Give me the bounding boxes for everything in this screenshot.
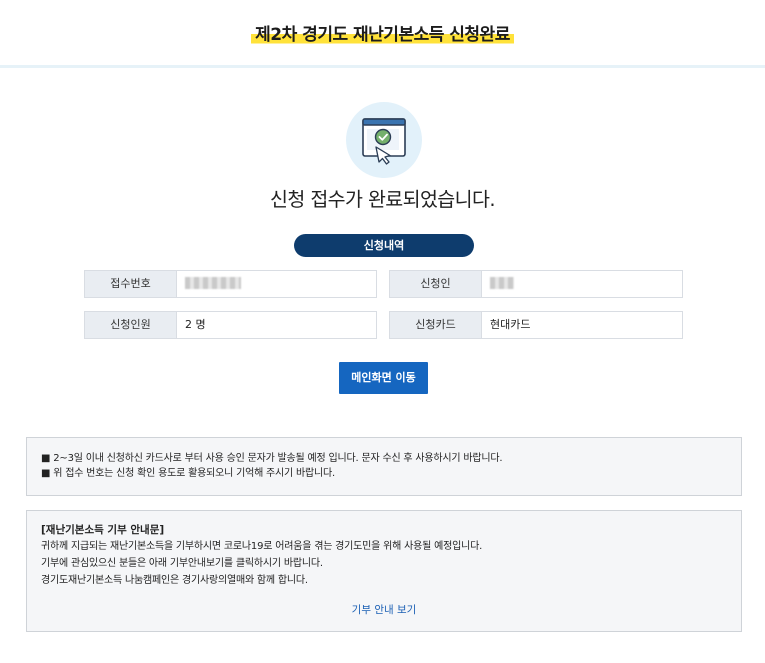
member-count-value: 2 명 xyxy=(177,312,376,338)
applicant-label: 신청인 xyxy=(390,271,482,297)
card-value: 현대카드 xyxy=(482,312,682,338)
applicant-row: 신청인 xyxy=(389,270,683,298)
section-title-pill: 신청내역 xyxy=(294,234,474,257)
member-count-label: 신청인원 xyxy=(85,312,177,338)
completion-message: 신청 접수가 완료되었습니다. xyxy=(270,188,495,211)
applicant-value xyxy=(482,271,682,297)
donation-line: 귀하께 지급되는 재난기본소득을 기부하시면 코로나19로 어려움을 겪는 경기… xyxy=(41,541,483,552)
page-header: 제2차 경기도 재난기본소득 신청완료 xyxy=(0,0,765,68)
browser-check-icon xyxy=(346,102,422,178)
card-row: 신청카드 현대카드 xyxy=(389,311,683,339)
receipt-number-value xyxy=(177,271,376,297)
card-label: 신청카드 xyxy=(390,312,482,338)
receipt-number-label: 접수번호 xyxy=(85,271,177,297)
donation-line: 경기도재난기본소득 나눔캠페인은 경기사랑의열매와 함께 합니다. xyxy=(41,575,308,586)
notice-line: ■ 2~3일 이내 신청하신 카드사로 부터 사용 승인 문자가 발송될 예정 … xyxy=(41,453,503,464)
page-title: 제2차 경기도 재난기본소득 신청완료 xyxy=(0,20,765,45)
redacted-block xyxy=(490,277,514,289)
go-main-button[interactable]: 메인화면 이동 xyxy=(339,362,428,394)
receipt-number-row: 접수번호 xyxy=(84,270,377,298)
donation-title: [재난기본소득 기부 안내문] xyxy=(41,524,165,536)
donation-line: 기부에 관심있으신 분들은 아래 기부안내보기를 클릭하시기 바랍니다. xyxy=(41,558,323,569)
donation-info-link[interactable]: 기부 안내 보기 xyxy=(27,602,741,617)
member-count-row: 신청인원 2 명 xyxy=(84,311,377,339)
donation-notice-box: [재난기본소득 기부 안내문] 귀하께 지급되는 재난기본소득을 기부하시면 코… xyxy=(26,510,742,632)
redacted-block xyxy=(185,277,241,289)
notice-line: ■ 위 접수 번호는 신청 확인 용도로 활용되오니 기억해 주시기 바랍니다. xyxy=(41,468,336,479)
notice-box: ■ 2~3일 이내 신청하신 카드사로 부터 사용 승인 문자가 발송될 예정 … xyxy=(26,437,742,496)
